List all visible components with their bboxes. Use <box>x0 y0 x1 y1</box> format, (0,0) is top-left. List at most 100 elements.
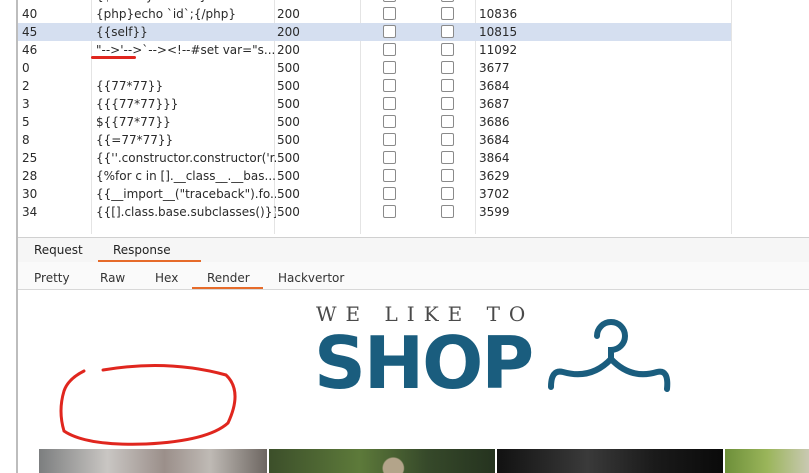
row-checkbox[interactable] <box>441 25 454 38</box>
results-table: 39{$smarty.version}2001083240{php}echo `… <box>0 0 809 234</box>
row-status: 500 <box>277 151 300 165</box>
row-payload: {{''.constructor.constructor('r... <box>96 151 276 165</box>
table-row[interactable]: 46 "-->'-->`--><!--#set var="s... 200 11092 <box>18 41 809 59</box>
row-number: 3 <box>22 97 30 111</box>
row-checkbox[interactable] <box>441 115 454 128</box>
table-row[interactable]: 40 {php}echo `id`;{/php} 200 10836 <box>18 5 809 23</box>
row-status: 200 <box>277 7 300 21</box>
table-row[interactable]: 34 {{[].class.base.subclasses()}} 500 3599 <box>18 203 809 221</box>
product-photo[interactable] <box>269 449 495 473</box>
row-checkbox[interactable] <box>441 169 454 182</box>
row-status: 500 <box>277 169 300 183</box>
tab-response[interactable]: Response <box>113 243 171 257</box>
row-number: 8 <box>22 133 30 147</box>
row-checkbox[interactable] <box>383 43 396 56</box>
red-circle-annotation <box>59 364 237 446</box>
row-length: 10836 <box>479 7 518 21</box>
active-view-indicator <box>192 287 263 289</box>
row-checkbox[interactable] <box>383 133 396 146</box>
row-number: 40 <box>22 7 38 21</box>
product-photo[interactable] <box>497 449 723 473</box>
table-row[interactable]: 3 {{{77*77}}} 500 3687 <box>18 95 809 113</box>
product-photo-strip <box>37 449 809 473</box>
tab-hackvertor[interactable]: Hackvertor <box>278 271 344 285</box>
row-status: 500 <box>277 115 300 129</box>
hanger-icon <box>548 319 671 392</box>
row-checkbox[interactable] <box>383 115 396 128</box>
row-checkbox[interactable] <box>383 187 396 200</box>
table-row[interactable]: 30 {{__import__("traceback").fo... 500 3702 <box>18 185 809 203</box>
row-length: 3677 <box>479 61 510 75</box>
row-payload: {php}echo `id`;{/php} <box>96 7 236 21</box>
row-checkbox[interactable] <box>441 7 454 20</box>
table-row[interactable]: 8 {{=77*77}} 500 3684 <box>18 131 809 149</box>
row-checkbox[interactable] <box>441 0 454 2</box>
row-payload: {%for c in [].__class__.__bas... <box>96 169 276 183</box>
row-status: 200 <box>277 25 300 39</box>
row-number: 2 <box>22 79 30 93</box>
row-status: 500 <box>277 133 300 147</box>
row-checkbox[interactable] <box>441 205 454 218</box>
row-checkbox[interactable] <box>441 133 454 146</box>
row-length: 3629 <box>479 169 510 183</box>
tab-request[interactable]: Request <box>34 243 83 257</box>
row-checkbox[interactable] <box>383 205 396 218</box>
results-rows: 39{$smarty.version}2001083240{php}echo `… <box>18 0 809 221</box>
row-checkbox[interactable] <box>441 61 454 74</box>
row-checkbox[interactable] <box>441 97 454 110</box>
row-length: 11092 <box>479 43 518 57</box>
row-checkbox[interactable] <box>383 79 396 92</box>
row-length: 3599 <box>479 205 510 219</box>
product-photo[interactable] <box>39 449 267 473</box>
row-payload: {{self}} <box>96 25 148 39</box>
table-row[interactable]: 45 {{self}} 200 10815 <box>18 23 731 41</box>
row-number: 28 <box>22 169 38 183</box>
row-checkbox[interactable] <box>383 7 396 20</box>
tab-hex[interactable]: Hex <box>155 271 178 285</box>
row-payload: {{=77*77}} <box>96 133 174 147</box>
row-length: 10815 <box>479 25 518 39</box>
table-row[interactable]: 2 {{77*77}} 500 3684 <box>18 77 809 95</box>
row-checkbox[interactable] <box>383 151 396 164</box>
tab-raw[interactable]: Raw <box>100 271 125 285</box>
row-length: 3702 <box>479 187 510 201</box>
row-number: 30 <box>22 187 38 201</box>
table-row[interactable]: 25 {{''.constructor.constructor('r... 500 3… <box>18 149 809 167</box>
row-checkbox[interactable] <box>441 43 454 56</box>
row-number: 5 <box>22 115 30 129</box>
row-status: 500 <box>277 97 300 111</box>
row-checkbox[interactable] <box>383 61 396 74</box>
table-row[interactable]: 5 ${{77*77}} 500 3686 <box>18 113 809 131</box>
tab-pretty[interactable]: Pretty <box>34 271 70 285</box>
row-checkbox[interactable] <box>441 151 454 164</box>
row-length: 3687 <box>479 97 510 111</box>
view-tabs: Pretty Raw Hex Render Hackvertor <box>18 262 809 290</box>
row-number: 46 <box>22 43 38 57</box>
row-payload: {{__import__("traceback").fo... <box>96 187 276 201</box>
product-photo[interactable] <box>725 449 809 473</box>
message-tabs: Request Response <box>18 237 809 262</box>
table-row[interactable]: 28 {%for c in [].__class__.__bas... 500 362… <box>18 167 809 185</box>
row-status: 500 <box>277 61 300 75</box>
row-status: 500 <box>277 205 300 219</box>
row-payload: {{{77*77}}} <box>96 97 179 111</box>
table-row[interactable]: 0 500 3677 <box>18 59 809 77</box>
row-status: 500 <box>277 187 300 201</box>
row-number: 34 <box>22 205 38 219</box>
row-length: 3684 <box>479 133 510 147</box>
red-underline-annotation <box>91 56 136 59</box>
row-checkbox[interactable] <box>383 97 396 110</box>
row-payload: ${{77*77}} <box>96 115 171 129</box>
render-pane: WE LIKE TO SHOP <box>18 291 809 473</box>
row-checkbox[interactable] <box>383 25 396 38</box>
row-checkbox[interactable] <box>383 169 396 182</box>
row-number: 0 <box>22 61 30 75</box>
tab-render[interactable]: Render <box>207 271 250 285</box>
row-length: 3686 <box>479 115 510 129</box>
row-number: 45 <box>22 25 38 39</box>
shop-logo-text: SHOP <box>314 321 534 405</box>
row-checkbox[interactable] <box>383 0 396 2</box>
row-length: 3684 <box>479 79 510 93</box>
row-checkbox[interactable] <box>441 79 454 92</box>
row-checkbox[interactable] <box>441 187 454 200</box>
